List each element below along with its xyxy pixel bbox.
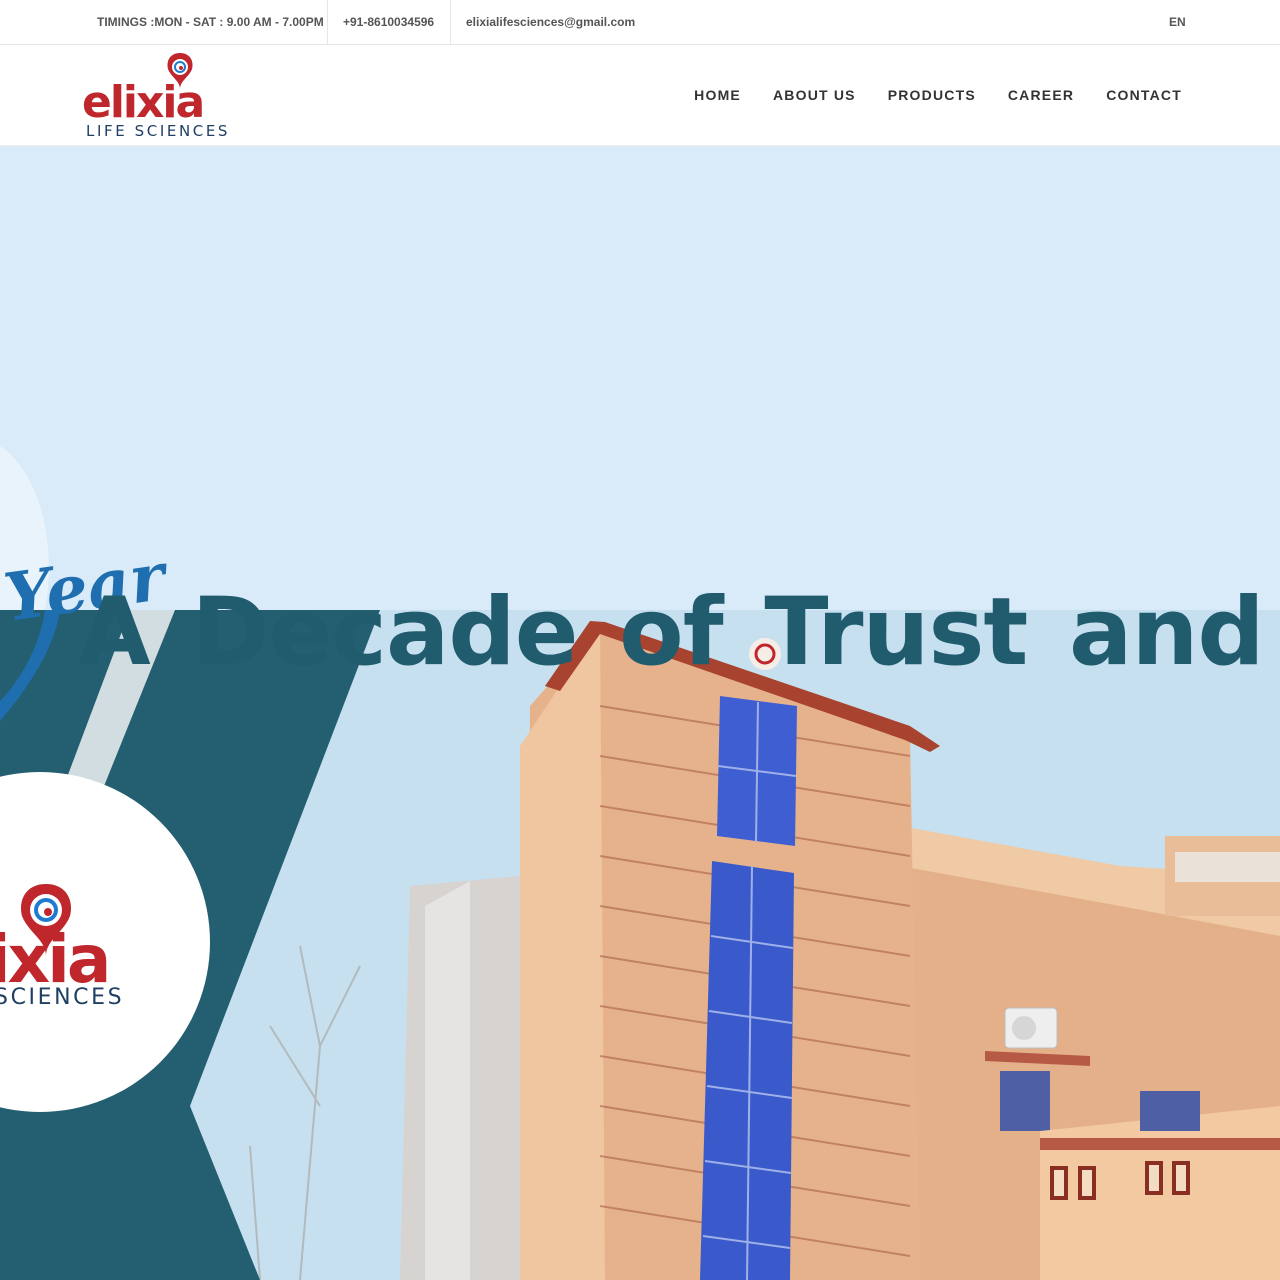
email-link[interactable]: elixialifesciences@gmail.com: [466, 0, 635, 44]
hero-headline: A Decade of Trust and Con: [78, 578, 1280, 687]
svg-text:LIFE SCIENCES: LIFE SCIENCES: [86, 122, 230, 140]
svg-text:SCIENCES: SCIENCES: [0, 985, 124, 1010]
language-switcher[interactable]: EN: [1169, 0, 1186, 44]
nav-item-about-us[interactable]: ABOUT US: [773, 87, 856, 103]
top-bar: TIMINGS :MON - SAT : 9.00 AM - 7.00PM +9…: [0, 0, 1280, 45]
hero-image: ixia SCIENCES: [0, 146, 1280, 1280]
nav-item-career[interactable]: CAREER: [1008, 87, 1074, 103]
main-nav: HOME ABOUT US PRODUCTS CAREER CONTACT: [662, 45, 1182, 145]
site-logo[interactable]: elixia LIFE SCIENCES: [82, 49, 270, 141]
phone-link[interactable]: +91-8610034596: [343, 0, 434, 44]
nav-item-home[interactable]: HOME: [694, 87, 741, 103]
timings-text: TIMINGS :MON - SAT : 9.00 AM - 7.00PM: [97, 15, 324, 29]
topbar-divider: [327, 0, 328, 44]
nav-item-products[interactable]: PRODUCTS: [888, 87, 976, 103]
svg-text:elixia: elixia: [82, 77, 203, 128]
site-header: elixia LIFE SCIENCES HOME ABOUT US PRODU…: [0, 45, 1280, 146]
hero-banner[interactable]: ixia SCIENCES Year A Decade of Trust and…: [0, 146, 1280, 1280]
topbar-divider: [450, 0, 451, 44]
nav-item-contact[interactable]: CONTACT: [1106, 87, 1182, 103]
elixia-logo-icon: elixia LIFE SCIENCES: [82, 53, 230, 140]
